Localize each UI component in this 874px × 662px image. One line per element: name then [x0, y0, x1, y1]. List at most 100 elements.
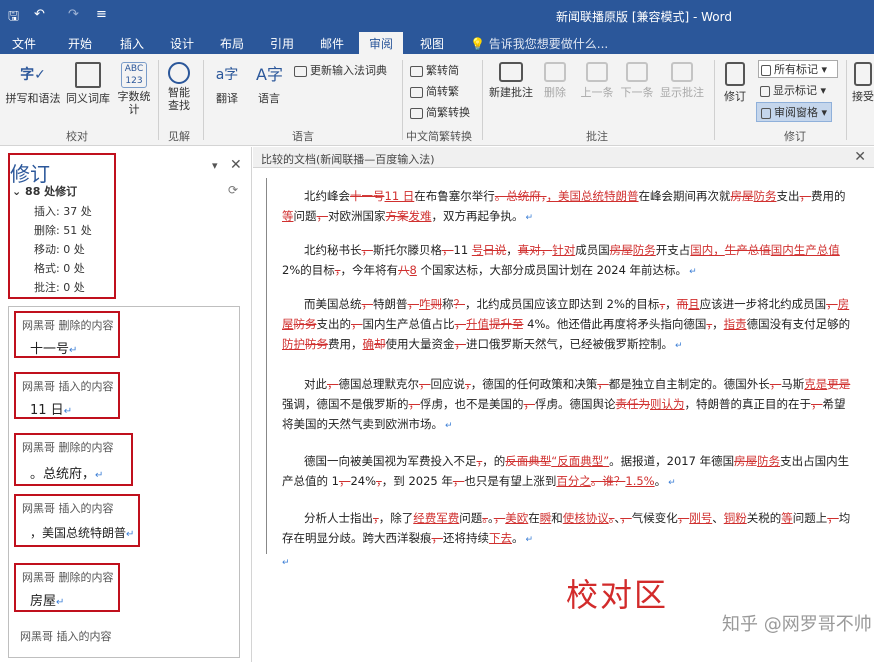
conversion-label: 简繁转换	[426, 106, 470, 119]
undo-icon[interactable]: ↶	[34, 7, 45, 22]
body-text: ，	[712, 317, 724, 331]
show-comments-button[interactable]: 显示批注	[656, 62, 708, 100]
deleted-text: ，	[361, 297, 374, 311]
body-text: 对欧洲国家	[328, 209, 386, 223]
new-comment-button[interactable]: 新建批注	[486, 62, 536, 100]
body-text: 在峰会期间再次就	[638, 189, 731, 203]
body-text: 开支占	[655, 243, 691, 257]
redo-icon[interactable]: ↷	[68, 7, 79, 22]
to-simplified-button[interactable]: 繁转简	[410, 62, 459, 78]
document-paragraph[interactable]: 德国一向被美国视为军费投入不足 ， ，的反面典型“反面典型”。据报道，2017 年德…	[282, 451, 852, 493]
tell-me-search[interactable]: 💡 告诉我您想要做什么...	[470, 35, 608, 52]
spelling-label: 拼写和语法	[5, 92, 61, 105]
revision-card-header: 网黑哥 删除的内容	[22, 571, 114, 584]
conversion-button[interactable]: 简繁转换	[410, 104, 470, 120]
show-markup-button[interactable]: 显示标记 ▾	[760, 82, 826, 98]
delete-comment-button[interactable]: 删除	[540, 62, 570, 100]
deleted-text: 房屋	[734, 454, 758, 468]
tell-me-text: 告诉我您想要做什么...	[488, 37, 609, 51]
revision-total[interactable]: ⌄ 88 处修订	[12, 183, 77, 199]
inserted-text: 国内，	[690, 243, 725, 257]
close-icon[interactable]: ✕	[854, 149, 866, 165]
group-separator	[714, 60, 715, 140]
body-text: 斯托尔滕贝格	[373, 243, 442, 257]
customize-quick-access-icon[interactable]: ≡	[96, 7, 107, 22]
accept-button[interactable]: 接受	[852, 62, 874, 104]
refresh-icon[interactable]: ⟳	[228, 183, 238, 197]
smart-lookup-button[interactable]: 智能查找	[164, 62, 194, 112]
pane-options-icon[interactable]: ▾	[212, 159, 218, 172]
body-text: ，	[665, 297, 677, 311]
deleted-text: 真对，	[517, 243, 553, 257]
deleted-text: 而	[676, 297, 689, 311]
deleted-text: ，	[620, 511, 632, 525]
tab-view[interactable]: 视图	[420, 35, 444, 52]
save-icon[interactable]: 🖫	[8, 7, 19, 29]
revision-card-body: 房屋↵	[30, 594, 65, 609]
reviewing-pane-button[interactable]: 审阅窗格 ▾	[756, 102, 833, 122]
document-paragraph[interactable]: 北约峰会十一号11 日在布鲁塞尔举行。总统府，，美国总统特朗普在峰会期间再次就房…	[282, 186, 852, 228]
inserted-text: 则认为	[650, 397, 685, 411]
body-text: 2%的目标	[282, 263, 335, 277]
document-paragraph[interactable]: 而美国总统，特朗普，咋则称？，北约成员国应该立即达到 2%的目标，，而且应该进一…	[282, 294, 852, 356]
markup-display-select[interactable]: 所有标记 ▾	[758, 60, 838, 78]
chevron-down-icon: ▾	[818, 63, 828, 76]
to-traditional-label: 简转繁	[426, 85, 459, 98]
inserted-text: 防务	[753, 189, 777, 203]
tab-layout[interactable]: 布局	[220, 35, 244, 52]
smart-lookup-label: 智能查找	[168, 86, 190, 112]
body-text: 称	[442, 297, 454, 311]
spelling-grammar-button[interactable]: 字✓ 拼写和语法	[4, 62, 62, 106]
to-simplified-label: 繁转简	[426, 64, 459, 77]
compared-document-header: 比较的文档(新闻联播—百度输入法) ✕	[253, 147, 874, 168]
translate-button[interactable]: a字 翻译	[210, 62, 244, 106]
deleted-text: ，	[493, 511, 506, 525]
word-count-button[interactable]: ABC 123 字数统计	[116, 62, 152, 116]
tab-home[interactable]: 开始	[68, 35, 92, 52]
language-button[interactable]: A字 语言	[252, 62, 286, 106]
body-text: 。据报道，2017 年德国	[609, 454, 735, 468]
next-comment-button[interactable]: 下一条	[618, 62, 656, 100]
deleted-text: ，	[523, 397, 536, 411]
update-ime-dictionary-button[interactable]: 更新输入法词典	[294, 62, 387, 78]
body-text: 回应说	[430, 377, 466, 391]
deleted-text: ，	[454, 317, 467, 331]
inserted-text: 铜粉	[723, 511, 747, 525]
revision-card[interactable]: 网黑哥 删除的内容 。总统府，↵	[14, 433, 133, 486]
to-traditional-button[interactable]: 简转繁	[410, 83, 459, 99]
tab-design[interactable]: 设计	[170, 35, 194, 52]
revision-card[interactable]: 网黑哥 删除的内容 十一号↵	[14, 311, 120, 358]
track-changes-icon	[725, 62, 745, 86]
deleted-text: 责任为	[615, 397, 651, 411]
body-text: 都是独立自主制定的。德国外长	[608, 377, 770, 391]
body-text: ，的	[482, 454, 506, 468]
inserted-text: 1.5%	[625, 474, 655, 488]
thesaurus-button[interactable]: 同义词库	[64, 62, 112, 106]
tab-review[interactable]: 审阅	[359, 32, 404, 54]
body-text: 。	[512, 531, 524, 545]
revision-card[interactable]: 网黑哥 插入的内容 11 日↵	[14, 372, 120, 419]
revision-card[interactable]: 网黑哥 删除的内容 房屋↵	[14, 563, 120, 612]
track-changes-button[interactable]: 修订	[720, 62, 750, 104]
deleted-text: 则	[430, 297, 443, 311]
revision-card-body: 十一号↵	[30, 342, 78, 357]
body-text: ，双方再起争执。	[431, 209, 524, 223]
inserted-text: 咋	[419, 297, 431, 311]
tab-references[interactable]: 引用	[270, 35, 294, 52]
watermark: 知乎 @网罗哥不帅	[722, 614, 872, 635]
revision-card[interactable]: 网黑哥 插入的内容 ，美国总统特朗普↵	[14, 494, 140, 547]
previous-comment-button[interactable]: 上一条	[578, 62, 616, 100]
tab-file[interactable]: 文件	[12, 35, 36, 52]
revision-card-header: 网黑哥 插入的内容	[22, 502, 114, 515]
document-paragraph[interactable]: 分析人士指出，，除了经费军费问题。。，美欧在瞬和使核协议。、，气候变化，刚号、铜…	[282, 508, 852, 550]
inserted-text: 11 日	[384, 189, 415, 203]
deleted-text: ，	[431, 531, 444, 545]
document-paragraph[interactable]: 对此，德国总理默克尔，回应说，，德国的任何政策和决策，都是独立自主制定的。德国外…	[282, 374, 852, 436]
tab-insert[interactable]: 插入	[120, 35, 144, 52]
tab-mailings[interactable]: 邮件	[320, 35, 344, 52]
inserted-text: 发难	[408, 209, 432, 223]
document-paragraph[interactable]: 北约秘书长，斯托尔滕贝格，11 号日说，真对，针对成员国房屋防务开支占国内，生产…	[282, 240, 852, 282]
deleted-text: 防务	[293, 317, 317, 331]
close-icon[interactable]: ✕	[230, 157, 242, 173]
inserted-text: 防护	[282, 337, 305, 351]
